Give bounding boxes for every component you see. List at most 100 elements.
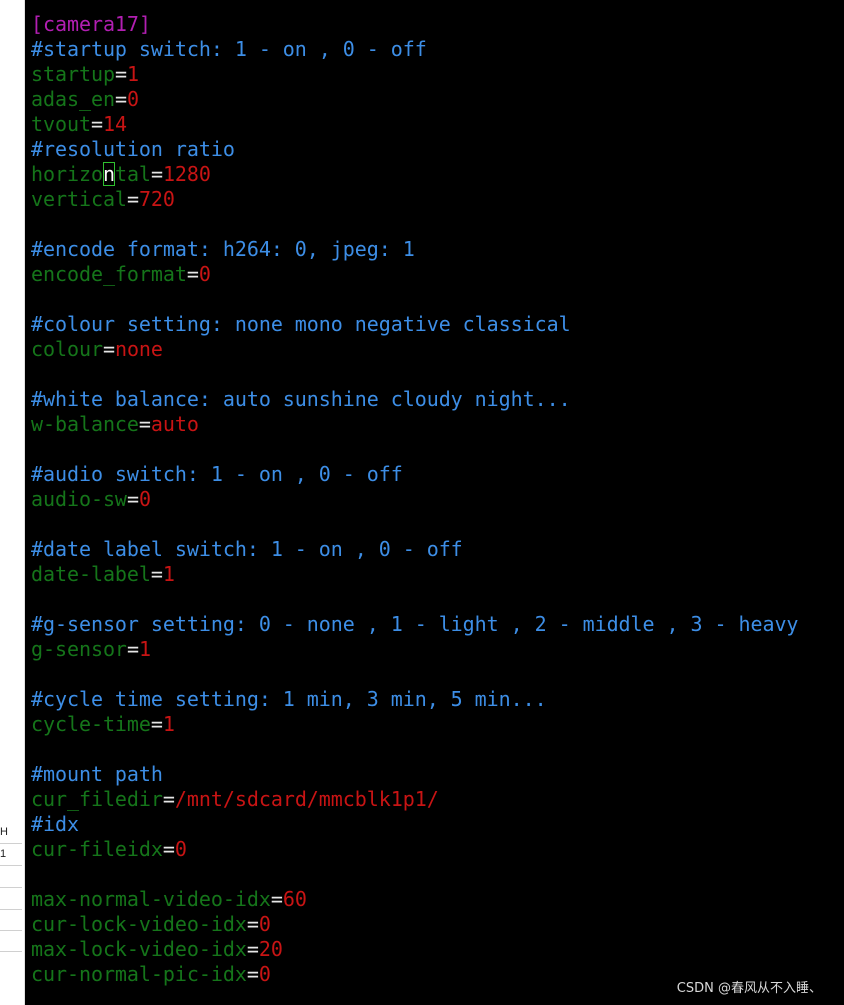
editor-line[interactable]: max-normal-video-idx=60 [31,887,798,912]
left-panel-fragment: 1 [0,848,7,860]
text-cursor: n [102,162,115,186]
editor-line[interactable] [31,587,798,612]
editor-line[interactable]: audio-sw=0 [31,487,798,512]
editor-line[interactable] [31,437,798,462]
editor-line[interactable]: cur_filedir=/mnt/sdcard/mmcblk1p1/ [31,787,798,812]
equals-sign: = [126,637,139,661]
config-key: cur-normal-pic-idx [31,962,247,986]
config-key: max-normal-video-idx [31,887,271,911]
equals-sign: = [246,937,259,961]
editor-line[interactable]: w-balance=auto [31,412,798,437]
equals-sign: = [126,187,139,211]
editor-line[interactable]: adas_en=0 [31,87,798,112]
config-key: w-balance [31,412,139,436]
left-panel-fragment: H [0,826,8,838]
editor-line[interactable]: #startup switch: 1 - on , 0 - off [31,37,798,62]
left-panel-divider [0,843,22,844]
editor-line[interactable]: cur-lock-video-idx=0 [31,912,798,937]
editor-line[interactable] [31,512,798,537]
editor-line[interactable] [31,737,798,762]
comment-text: #white balance: auto sunshine cloudy nig… [31,387,571,411]
comment-text: #colour setting: none mono negative clas… [31,312,571,336]
editor-line[interactable] [31,662,798,687]
config-key: max-lock-video-idx [31,937,247,961]
config-key: colour [31,337,103,361]
config-value: 0 [258,912,271,936]
config-key: cycle-time [31,712,151,736]
editor-line[interactable]: tvout=14 [31,112,798,137]
config-key: cur-fileidx [31,837,163,861]
editor-line[interactable]: #resolution ratio [31,137,798,162]
config-value: 0 [126,87,139,111]
config-value: none [114,337,163,361]
editor-line[interactable]: cycle-time=1 [31,712,798,737]
editor-line[interactable]: #cycle time setting: 1 min, 3 min, 5 min… [31,687,798,712]
equals-sign: = [246,912,259,936]
equals-sign: = [126,487,139,511]
editor-line[interactable]: #colour setting: none mono negative clas… [31,312,798,337]
comment-text: #g-sensor setting: 0 - none , 1 - light … [31,612,799,636]
config-value: 1 [126,62,139,86]
left-panel-divider [0,887,22,888]
config-value: 1 [162,562,175,586]
equals-sign: = [150,712,163,736]
editor-line[interactable]: date-label=1 [31,562,798,587]
editor-line[interactable]: #mount path [31,762,798,787]
config-key: adas_en [31,87,115,111]
equals-sign: = [114,62,127,86]
config-value: 60 [282,887,307,911]
comment-text: #startup switch: 1 - on , 0 - off [31,37,427,61]
equals-sign: = [186,262,199,286]
config-key: audio-sw [31,487,127,511]
config-key: tvout [31,112,91,136]
config-key: vertical [31,187,127,211]
equals-sign: = [102,337,115,361]
editor-line[interactable]: vertical=720 [31,187,798,212]
config-key: date-label [31,562,151,586]
editor-line[interactable]: encode_format=0 [31,262,798,287]
equals-sign: = [150,562,163,586]
editor-line[interactable] [31,862,798,887]
config-value: 720 [138,187,175,211]
equals-sign: = [162,787,175,811]
config-value: 0 [138,487,151,511]
editor-line[interactable]: #encode format: h264: 0, jpeg: 1 [31,237,798,262]
editor-line[interactable]: colour=none [31,337,798,362]
editor-line[interactable]: startup=1 [31,62,798,87]
editor-line[interactable]: #white balance: auto sunshine cloudy nig… [31,387,798,412]
config-value: 0 [258,962,271,986]
config-value: 0 [174,837,187,861]
config-value: auto [150,412,199,436]
config-key: cur-lock-video-idx [31,912,247,936]
left-panel-divider [0,865,22,866]
editor-line[interactable]: cur-fileidx=0 [31,837,798,862]
editor-line[interactable]: #idx [31,812,798,837]
editor-line[interactable] [31,212,798,237]
equals-sign: = [114,87,127,111]
left-panel-divider [0,909,22,910]
config-value: 1 [138,637,151,661]
comment-text: #cycle time setting: 1 min, 3 min, 5 min… [31,687,547,711]
equals-sign: = [150,162,163,186]
editor-line[interactable]: #g-sensor setting: 0 - none , 1 - light … [31,612,798,637]
config-key: g-sensor [31,637,127,661]
config-file-content[interactable]: [camera17] #startup switch: 1 - on , 0 - … [31,12,798,987]
editor-line[interactable] [31,287,798,312]
config-key: horizo [31,162,103,186]
config-value: 1 [162,712,175,736]
editor-line[interactable]: #date label switch: 1 - on , 0 - off [31,537,798,562]
equals-sign: = [270,887,283,911]
editor-line[interactable]: #audio switch: 1 - on , 0 - off [31,462,798,487]
editor-line[interactable] [31,362,798,387]
config-key: tal [114,162,151,186]
config-value: 14 [102,112,127,136]
editor-line[interactable]: [camera17] [31,12,798,37]
left-panel-divider [0,930,22,931]
equals-sign: = [138,412,151,436]
editor-line[interactable]: g-sensor=1 [31,637,798,662]
editor-line[interactable]: max-lock-video-idx=20 [31,937,798,962]
left-panel-divider [0,951,22,952]
terminal-editor[interactable]: [camera17] #startup switch: 1 - on , 0 - … [25,0,844,1005]
config-key: cur_filedir [31,787,163,811]
editor-line[interactable]: horizontal=1280 [31,162,798,187]
